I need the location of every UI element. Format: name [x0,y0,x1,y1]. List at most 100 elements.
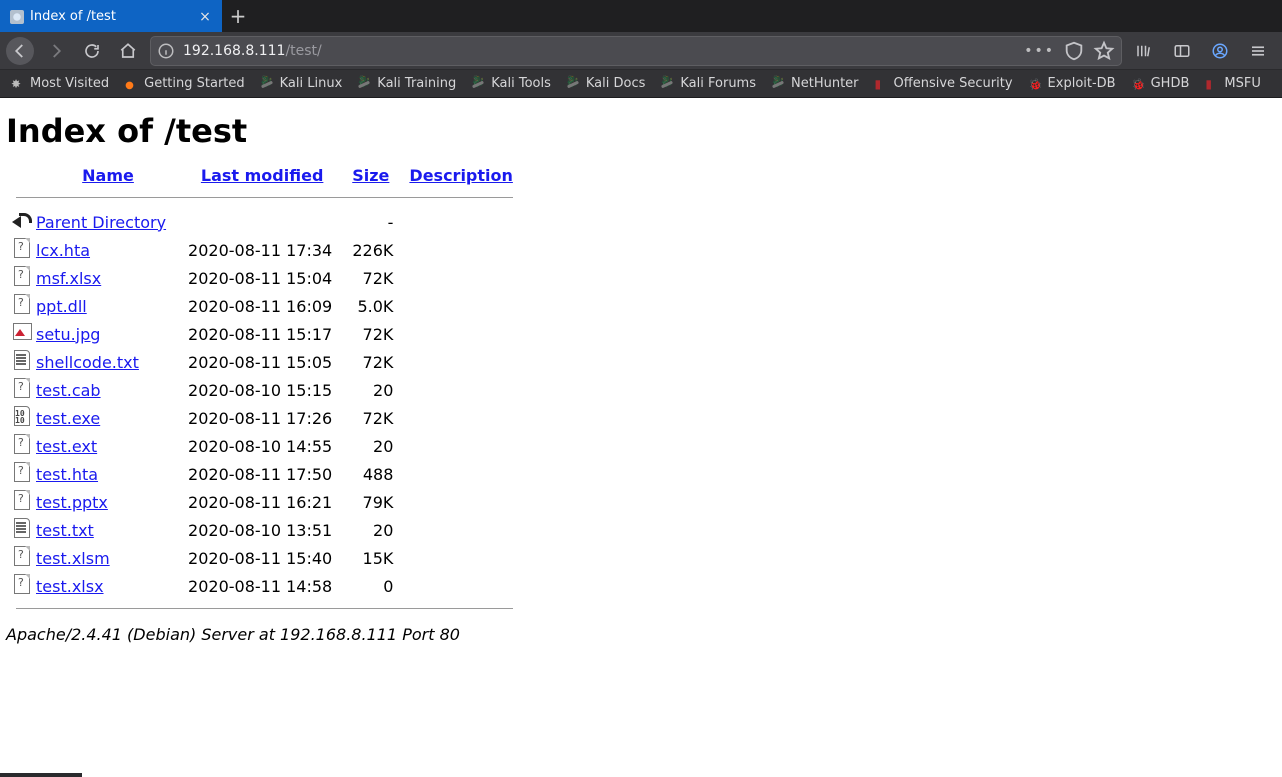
star-icon [11,77,25,91]
file-modified: 2020-08-11 17:26 [182,404,342,432]
file-size: 15K [342,544,399,572]
home-button[interactable] [114,37,142,65]
bookmark-item[interactable]: MSFU [1198,74,1267,93]
kali-icon [567,77,581,91]
file-link[interactable]: msf.xlsx [36,269,101,288]
bookmark-item[interactable]: Offensive Security [868,74,1020,93]
url-text: 192.168.8.111/test/ [183,43,1016,59]
paper-icon [12,377,32,399]
file-modified: 2020-08-11 15:04 [182,264,342,292]
file-link[interactable]: shellcode.txt [36,353,139,372]
page-content: Index of /test Name Last modified Size D… [0,98,1282,656]
bookmark-item[interactable]: Getting Started [118,74,252,93]
file-link[interactable]: ppt.dll [36,297,87,316]
paper-icon [12,461,32,483]
nav-toolbar: 192.168.8.111/test/ ••• [0,32,1282,70]
table-row: test.xlsx2020-08-11 14:580 [6,572,523,600]
bookmark-item[interactable]: Most Visited [4,74,116,93]
table-row: test.cab 2020-08-10 15:1520 [6,376,523,404]
browser-tab-active[interactable]: Index of /test × [0,0,222,32]
paper-icon [12,573,32,595]
directory-listing-table: Name Last modified Size Description Pare… [6,164,523,619]
sort-modified-link[interactable]: Last modified [201,166,324,185]
forward-button[interactable] [42,37,70,65]
sort-description-link[interactable]: Description [409,166,512,185]
file-link[interactable]: setu.jpg [36,325,100,344]
orange-icon [1132,77,1146,91]
new-tab-button[interactable]: + [222,0,254,32]
file-size: 20 [342,376,399,404]
bookmark-star-icon[interactable] [1093,40,1115,62]
file-size: 72K [342,348,399,376]
file-size: 488 [342,460,399,488]
bookmark-item[interactable]: Kali Training [351,74,463,93]
bookmark-item[interactable]: Kali Forums [654,74,763,93]
scrollbar-stub [0,773,82,777]
file-link[interactable]: test.txt [36,521,94,540]
table-row: test.xlsm2020-08-11 15:4015K [6,544,523,572]
bookmark-label: Kali Tools [491,76,551,91]
parent-directory-link[interactable]: Parent Directory [36,213,166,232]
file-modified: 2020-08-11 17:34 [182,236,342,264]
red-icon [1205,77,1219,91]
paper-icon [12,293,32,315]
file-link[interactable]: test.xlsx [36,577,104,596]
file-link[interactable]: test.cab [36,381,101,400]
page-actions-icon[interactable]: ••• [1024,43,1055,59]
url-host: 192.168.8.111 [183,43,285,59]
file-modified: 2020-08-10 15:15 [182,376,342,404]
tab-strip: Index of /test × + [0,0,1282,32]
toolbar-right-icons [1130,37,1276,65]
table-row: test.ext2020-08-10 14:5520 [6,432,523,460]
text-icon [12,517,32,539]
server-signature: Apache/2.4.41 (Debian) Server at 192.168… [6,625,1276,644]
bookmark-item[interactable]: Kali Docs [560,74,653,93]
bookmark-item[interactable]: GHDB [1125,74,1197,93]
paper-icon [12,265,32,287]
table-row: test.pptx2020-08-11 16:2179K [6,488,523,516]
url-path: /test/ [285,43,321,59]
paper-icon [12,237,32,259]
file-size: 79K [342,488,399,516]
table-row: lcx.hta 2020-08-11 17:34226K [6,236,523,264]
file-link[interactable]: test.pptx [36,493,108,512]
file-link[interactable]: test.hta [36,465,98,484]
kali-icon [261,77,275,91]
back-button[interactable] [6,37,34,65]
page-title: Index of /test [6,112,1276,150]
file-link[interactable]: test.ext [36,437,97,456]
file-size: 226K [342,236,399,264]
bookmark-item[interactable]: Kali Linux [254,74,350,93]
bookmark-label: Kali Training [377,76,456,91]
bookmark-label: Getting Started [144,76,245,91]
sidebar-icon[interactable] [1168,37,1196,65]
account-icon[interactable] [1206,37,1234,65]
file-link[interactable]: test.exe [36,409,100,428]
tab-favicon [10,10,24,24]
sort-size-link[interactable]: Size [352,166,389,185]
bookmark-label: MSFU [1224,76,1260,91]
table-row: test.exe2020-08-11 17:2672K [6,404,523,432]
file-link[interactable]: test.xlsm [36,549,110,568]
bookmark-item[interactable]: Kali Tools [465,74,558,93]
file-modified: 2020-08-11 15:05 [182,348,342,376]
browser-chrome: Index of /test × + 192.168.8.111/test/ •… [0,0,1282,98]
library-icon[interactable] [1130,37,1158,65]
bookmark-item[interactable]: Exploit-DB [1022,74,1123,93]
bookmark-label: GHDB [1151,76,1190,91]
close-icon[interactable]: × [196,8,214,26]
sort-name-link[interactable]: Name [82,166,134,185]
tracking-shield-icon[interactable] [1063,40,1085,62]
bookmark-item[interactable]: NetHunter [765,74,866,93]
file-link[interactable]: lcx.hta [36,241,90,260]
reload-button[interactable] [78,37,106,65]
file-size: 0 [342,572,399,600]
bookmarks-toolbar: Most Visited Getting Started Kali Linux Kal… [0,70,1282,98]
file-size: 72K [342,320,399,348]
file-modified: 2020-08-10 13:51 [182,516,342,544]
app-menu-icon[interactable] [1244,37,1272,65]
site-info-icon[interactable] [157,42,175,60]
file-size: - [342,208,399,236]
kali-icon [661,77,675,91]
url-bar[interactable]: 192.168.8.111/test/ ••• [150,36,1122,66]
